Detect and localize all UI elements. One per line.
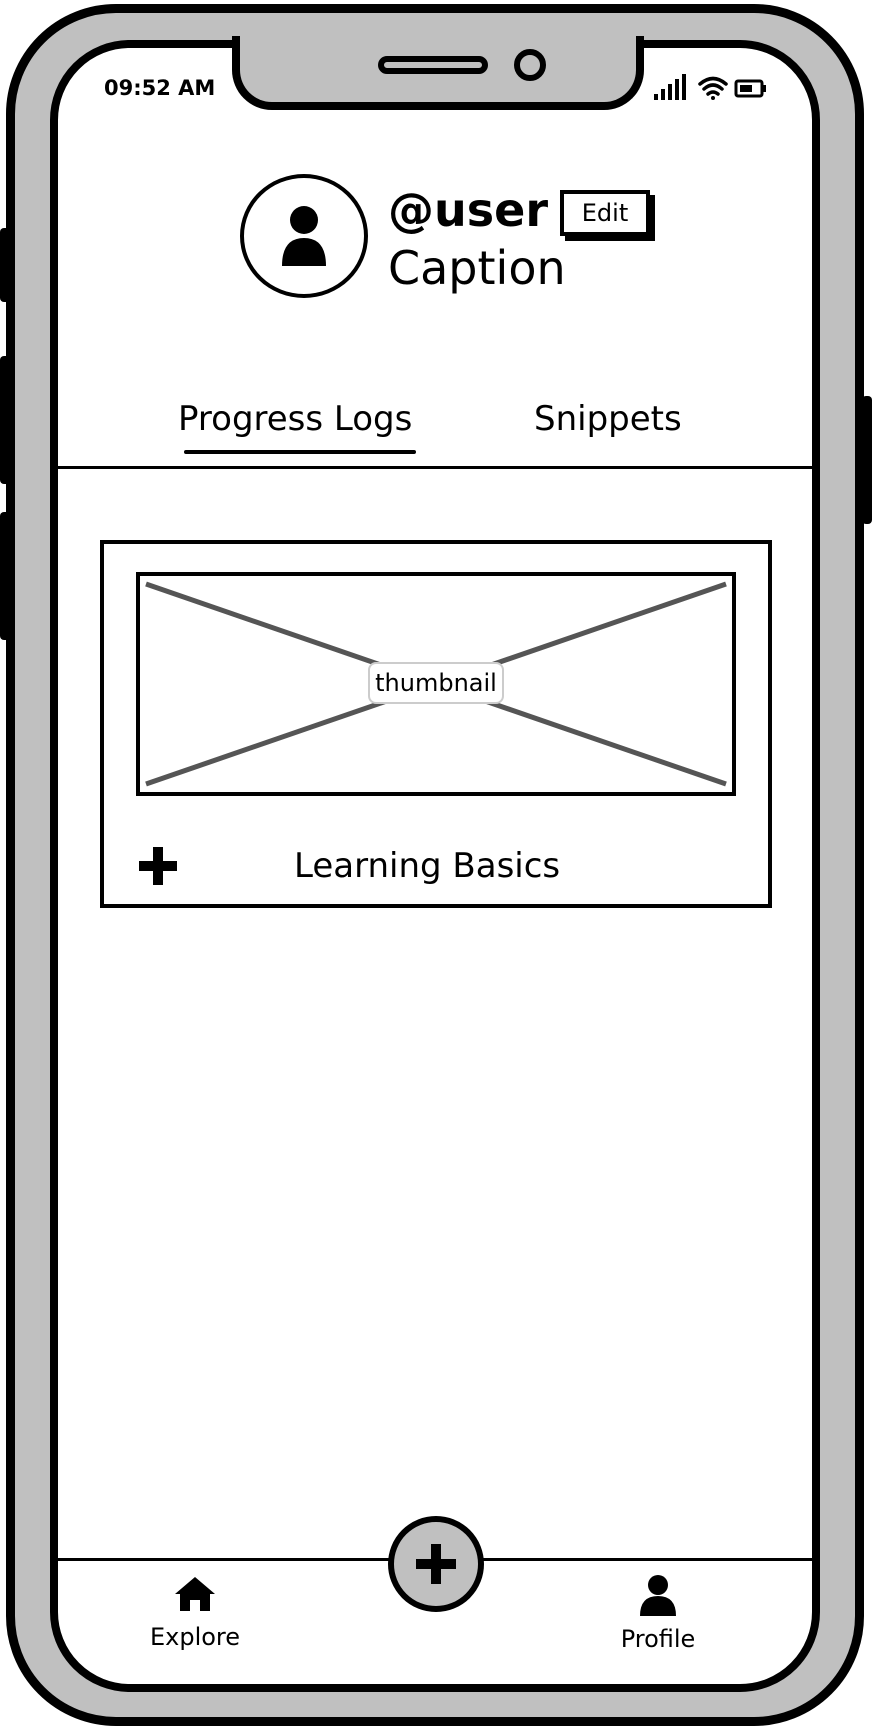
profile-caption: Caption <box>388 241 566 295</box>
side-button-left-2 <box>0 356 10 484</box>
front-camera <box>514 49 546 81</box>
nav-explore[interactable]: Explore <box>140 1574 250 1652</box>
active-tab-indicator <box>184 450 416 454</box>
home-icon <box>175 1577 215 1611</box>
avatar <box>240 174 368 298</box>
side-button-right <box>862 396 872 524</box>
plus-icon <box>416 1544 456 1584</box>
thumbnail-label: thumbnail <box>368 662 504 704</box>
side-button-left-3 <box>0 512 10 640</box>
add-button[interactable] <box>388 1516 484 1612</box>
tab-snippets[interactable]: Snippets <box>534 398 682 440</box>
speaker-grille <box>378 56 488 74</box>
tab-progress-logs[interactable]: Progress Logs <box>178 398 412 440</box>
user-icon <box>282 206 326 266</box>
plus-icon[interactable] <box>138 846 178 886</box>
username: @user <box>388 183 549 237</box>
nav-profile[interactable]: Profile <box>612 1574 704 1654</box>
nav-explore-label: Explore <box>149 1623 241 1651</box>
status-icons <box>652 72 802 102</box>
side-button-left-1 <box>0 228 10 302</box>
user-icon <box>640 1575 676 1616</box>
status-time: 09:52 AM <box>104 76 216 100</box>
nav-profile-label: Profile <box>620 1625 696 1653</box>
signal-icon <box>654 74 686 100</box>
wifi-icon <box>698 76 728 100</box>
battery-icon <box>734 79 766 98</box>
card-title: Learning Basics <box>294 846 561 886</box>
edit-profile-button[interactable]: Edit <box>560 190 650 236</box>
tabs-divider <box>58 466 812 469</box>
